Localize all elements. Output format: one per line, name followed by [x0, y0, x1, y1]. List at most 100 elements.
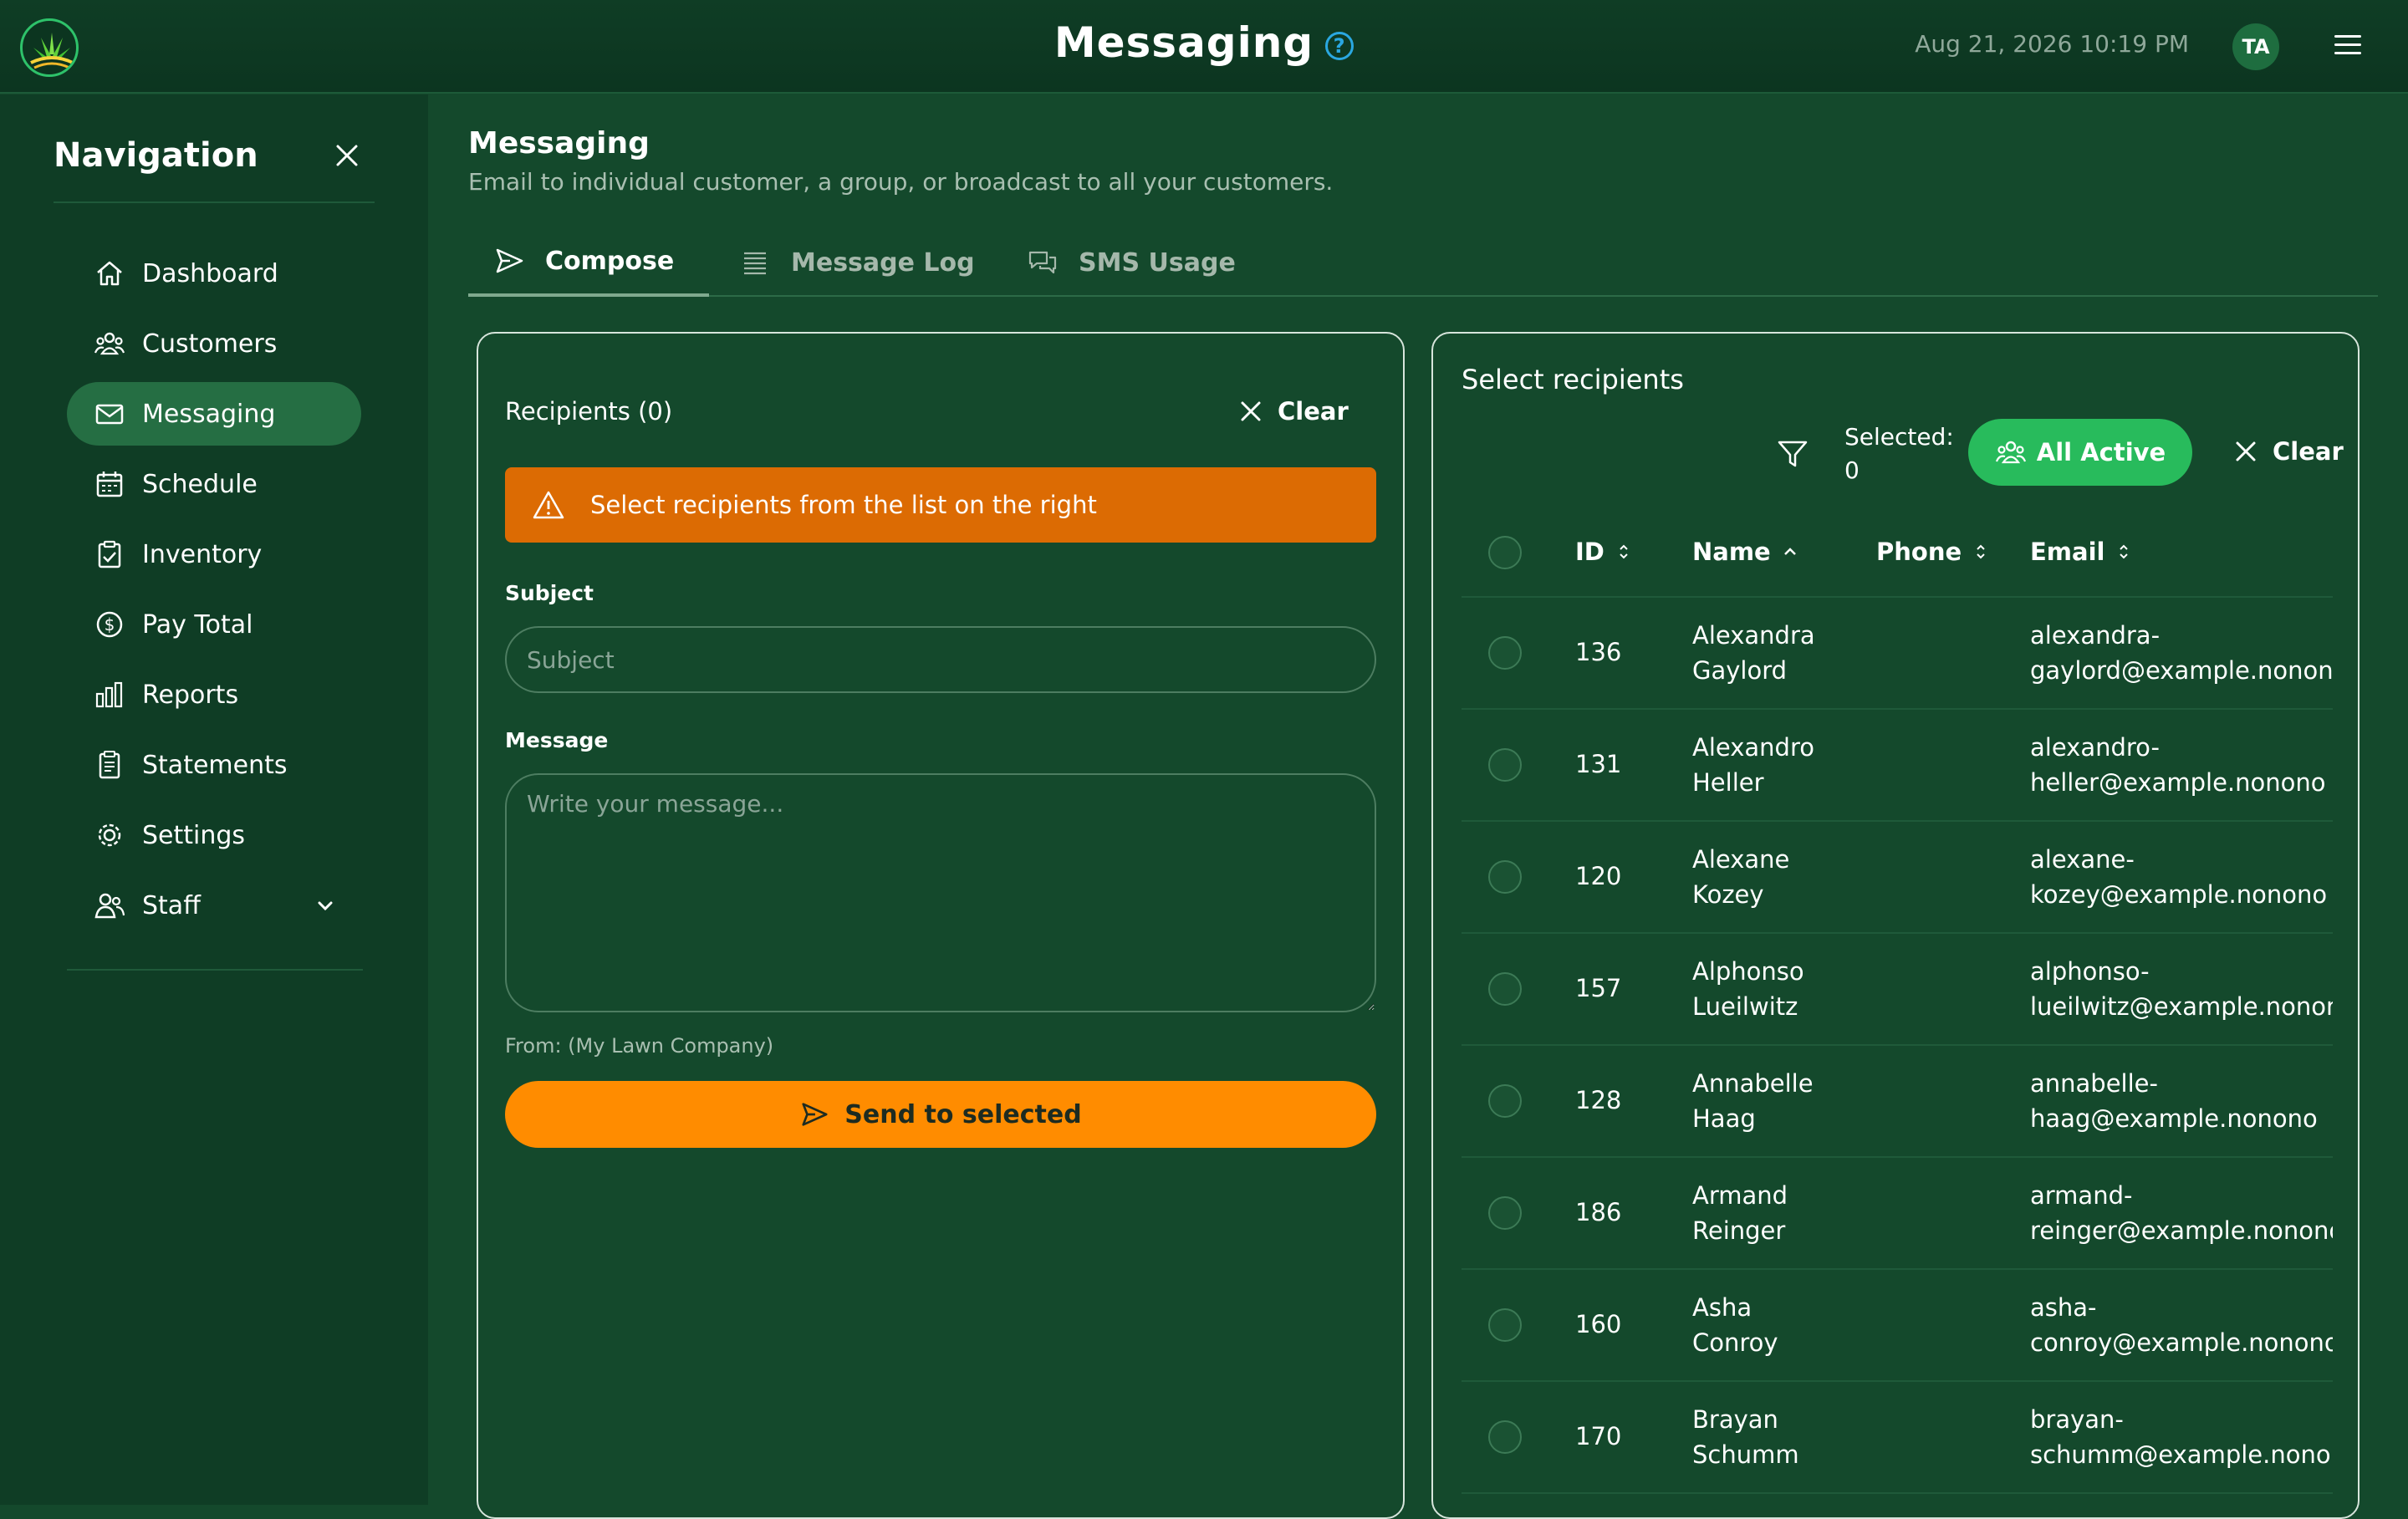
close-icon: [2236, 441, 2256, 461]
table-row[interactable]: 131 Alexandro Heller alexandro-heller@exa…: [1462, 710, 2333, 822]
cell-name: Alphonso Lueilwitz: [1692, 954, 1860, 1024]
cell-email: alexandro-heller@example.nonono: [2030, 730, 2333, 800]
table-row[interactable]: 160 Asha Conroy asha-conroy@example.nonon…: [1462, 1270, 2333, 1382]
recipients-card: Select recipients Selected: 0 All Active…: [1431, 332, 2360, 1519]
selected-value: 0: [1844, 456, 1860, 484]
email-line: conroy@example.nonono: [2030, 1328, 2333, 1357]
email-line: armand-: [2030, 1181, 2133, 1210]
column-header-email[interactable]: Email: [2030, 538, 2131, 566]
table-header: ID Name Phone Email: [1462, 502, 2333, 598]
row-select-radio[interactable]: [1488, 1308, 1522, 1342]
sidebar-item-label: Staff: [142, 890, 201, 920]
row-select-radio[interactable]: [1488, 1084, 1522, 1118]
send-to-selected-button[interactable]: Send to selected: [505, 1081, 1376, 1148]
subject-input[interactable]: [505, 626, 1376, 693]
clear-label: Clear: [1278, 397, 1349, 426]
nav-list: Dashboard Customers Messaging Schedule I…: [67, 242, 361, 944]
page-subtitle: Email to individual customer, a group, o…: [468, 168, 1334, 196]
filter-icon[interactable]: [1776, 437, 1809, 471]
help-icon[interactable]: ?: [1325, 31, 1354, 60]
cell-id: 157: [1575, 974, 1622, 1002]
column-header-id[interactable]: ID: [1575, 538, 1631, 566]
sidebar-item-reports[interactable]: Reports: [67, 663, 361, 726]
table-row[interactable]: 186 Armand Reinger armand-reinger@example…: [1462, 1158, 2333, 1270]
last-name: Kozey: [1692, 880, 1764, 909]
cell-id: 160: [1575, 1310, 1622, 1338]
chevron-down-icon[interactable]: [314, 895, 336, 916]
users-icon: [94, 332, 125, 355]
email-line: schumm@example.nonono: [2030, 1440, 2333, 1469]
all-active-button[interactable]: All Active: [1968, 419, 2192, 486]
row-select-radio[interactable]: [1488, 748, 1522, 782]
column-header-name[interactable]: Name: [1692, 538, 1798, 566]
app-title-text: Messaging: [1054, 18, 1314, 67]
row-select-radio[interactable]: [1488, 972, 1522, 1006]
tab-compose[interactable]: Compose: [468, 228, 709, 297]
clear-label: Clear: [2273, 437, 2344, 466]
sidebar-item-messaging[interactable]: Messaging: [67, 382, 361, 446]
row-select-radio[interactable]: [1488, 860, 1522, 894]
current-datetime: Aug 21, 2026 10:19 PM: [1915, 30, 2189, 58]
first-name: Alphonso: [1692, 957, 1804, 986]
clear-selection-button[interactable]: Clear: [2234, 437, 2344, 466]
cell-email: asha-conroy@example.nonono: [2030, 1290, 2333, 1360]
user-avatar[interactable]: TA: [2232, 23, 2279, 70]
column-label: Email: [2030, 538, 2105, 566]
table-row[interactable]: 136 Alexandra Gaylord alexandra-gaylord@e…: [1462, 598, 2333, 710]
email-line: haag@example.nonono: [2030, 1104, 2318, 1133]
select-all-radio[interactable]: [1488, 536, 1522, 569]
column-label: Phone: [1876, 538, 1962, 566]
message-textarea[interactable]: [505, 773, 1376, 1012]
cell-name: Annabelle Haag: [1692, 1066, 1860, 1136]
sidebar-item-label: Reports: [142, 680, 239, 710]
sidebar-item-pay-total[interactable]: $ Pay Total: [67, 593, 361, 656]
tab-message-log[interactable]: Message Log: [739, 228, 975, 297]
sidebar-item-label: Customers: [142, 329, 278, 359]
table-row[interactable]: 120 Alexane Kozey alexane-kozey@example.n…: [1462, 822, 2333, 934]
recipients-label: Recipients (0): [505, 397, 673, 426]
cell-id: 131: [1575, 750, 1622, 778]
row-select-radio[interactable]: [1488, 636, 1522, 670]
cell-email: alexandra-gaylord@example.nonono: [2030, 618, 2333, 688]
sidebar-item-staff[interactable]: Staff: [67, 874, 361, 937]
sidebar-item-schedule[interactable]: Schedule: [67, 452, 361, 516]
table-row[interactable]: 157 Alphonso Lueilwitz alphonso-lueilwitz…: [1462, 934, 2333, 1046]
recipients-table: ID Name Phone Email 136 Alexandra Gaylor…: [1462, 502, 2333, 1494]
sidebar-item-customers[interactable]: Customers: [67, 312, 361, 375]
sidebar: Navigation Dashboard Customers Messaging…: [0, 94, 428, 1505]
cell-id: 136: [1575, 638, 1622, 666]
divider: [67, 969, 363, 971]
sort-icon: [2120, 544, 2129, 559]
hamburger-menu-icon[interactable]: [2334, 35, 2361, 57]
close-icon[interactable]: [333, 141, 361, 170]
first-name: Alexandro: [1692, 733, 1814, 762]
sidebar-item-settings[interactable]: Settings: [67, 803, 361, 867]
clear-recipients-button[interactable]: Clear: [1239, 397, 1349, 426]
cell-name: Armand Reinger: [1692, 1178, 1860, 1248]
bar-chart-icon: [95, 681, 123, 708]
cell-id: 128: [1575, 1086, 1622, 1114]
cell-email: alphonso-lueilwitz@example.nonono: [2030, 954, 2333, 1024]
row-select-radio[interactable]: [1488, 1420, 1522, 1454]
sidebar-item-statements[interactable]: Statements: [67, 733, 361, 797]
cell-email: annabelle-haag@example.nonono: [2030, 1066, 2333, 1136]
first-name: Annabelle: [1692, 1069, 1814, 1098]
tab-sms-usage[interactable]: SMS Usage: [1027, 228, 1236, 297]
all-active-label: All Active: [2036, 438, 2166, 466]
sidebar-item-dashboard[interactable]: Dashboard: [67, 242, 361, 305]
table-row[interactable]: 170 Brayan Schumm brayan-schumm@example.n…: [1462, 1382, 2333, 1494]
tab-label: Compose: [545, 246, 675, 276]
row-select-radio[interactable]: [1488, 1196, 1522, 1230]
table-row[interactable]: 128 Annabelle Haag annabelle-haag@example…: [1462, 1046, 2333, 1158]
email-line: alexandro-: [2030, 733, 2160, 762]
cell-email: alexane-kozey@example.nonono: [2030, 842, 2333, 912]
home-icon: [97, 261, 122, 286]
column-header-phone[interactable]: Phone: [1876, 538, 1988, 566]
main-content: Messaging Email to individual customer, …: [428, 94, 2408, 1519]
page-title: Messaging: [468, 126, 650, 161]
cell-id: 120: [1575, 862, 1622, 890]
sidebar-item-inventory[interactable]: Inventory: [67, 522, 361, 586]
warning-text: Select recipients from the list on the r…: [590, 491, 1097, 519]
email-line: gaylord@example.nonono: [2030, 656, 2333, 685]
first-name: Armand: [1692, 1181, 1788, 1210]
